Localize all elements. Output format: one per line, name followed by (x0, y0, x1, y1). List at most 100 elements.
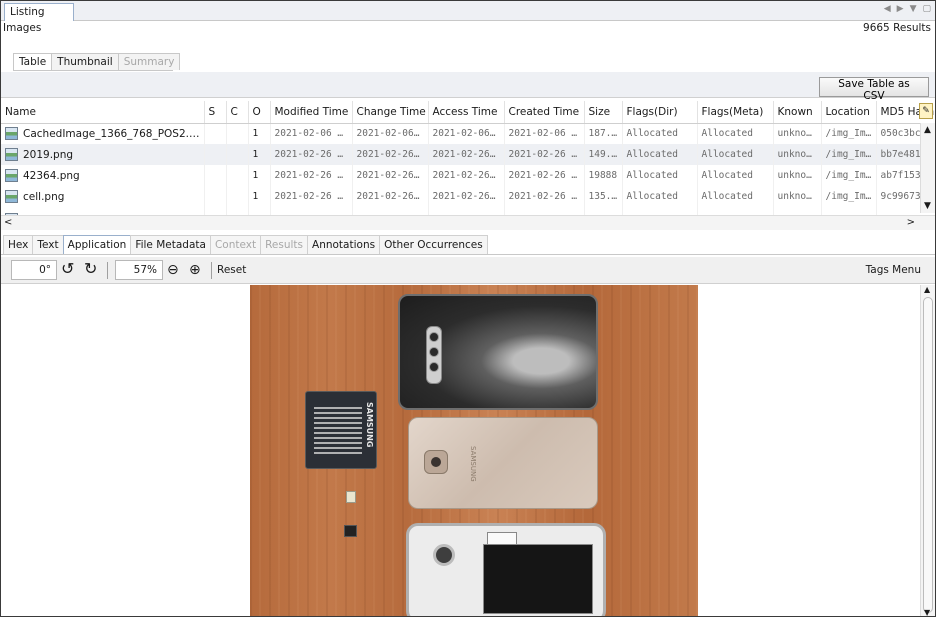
table-horizontal-scrollbar[interactable]: < > (1, 215, 935, 230)
cell-location: /img_Im... (821, 123, 877, 144)
col-header-access-time[interactable]: Access Time (428, 101, 505, 124)
col-header-o[interactable]: O (248, 101, 271, 124)
results-count: 9665 Results (863, 22, 931, 34)
tab-application[interactable]: Application (62, 235, 132, 254)
scroll-up-icon[interactable]: ▲ (924, 125, 931, 135)
table-row[interactable]: CachedImage_1366_768_POS2.jpg 1 2021-02-… (1, 123, 935, 144)
cell-modified-time: 2021-02-26 1... (270, 165, 353, 186)
save-table-csv-button[interactable]: Save Table as CSV (819, 77, 929, 102)
cell-flags-meta: Allocated (697, 144, 774, 165)
col-header-c[interactable]: C (226, 101, 249, 124)
scroll-down-icon[interactable]: ▼ (924, 608, 930, 616)
zoom-field[interactable]: 57% (115, 260, 163, 280)
col-header-known[interactable]: Known (773, 101, 822, 124)
scroll-right-icon[interactable]: > (907, 217, 915, 228)
cell-location: /img_Im... (821, 186, 877, 207)
col-header-change-time[interactable]: Change Time (352, 101, 429, 124)
cell-flags-dir: Allocated (622, 186, 698, 207)
window-controls: ◀ ▶ ▼ ▢ (884, 4, 931, 14)
cell-created-time: 2021-02-26 1... (504, 165, 585, 186)
tags-menu-button[interactable]: Tags Menu (866, 264, 921, 276)
col-header-created-time[interactable]: Created Time (504, 101, 585, 124)
cell-known: unknown (773, 186, 822, 207)
reset-button[interactable]: Reset (217, 264, 246, 276)
tab-file-metadata[interactable]: File Metadata (130, 235, 211, 254)
phone-battery: SAMSUNG (305, 391, 377, 469)
tab-text[interactable]: Text (32, 235, 64, 254)
table-header-row: Name S C O Modified Time Change Time Acc… (1, 101, 935, 124)
toolbar-divider (107, 262, 108, 279)
cover-brand-text: SAMSUNG (469, 446, 477, 482)
rear-camera (433, 544, 455, 566)
cell-known: unknown (773, 165, 822, 186)
image-file-icon (5, 190, 18, 203)
cell-created-time: 2021-02-26 1... (504, 186, 585, 207)
sd-card (344, 525, 357, 537)
image-viewer-area: SAMSUNG SAMSUNG ▲ ▼ (1, 285, 935, 616)
back-arrow-icon[interactable]: ◀ (884, 4, 891, 14)
cell-access-time: 2021-02-26 ... (428, 165, 505, 186)
table-vertical-scrollbar[interactable]: ▲ ▼ (920, 123, 935, 213)
table-toolstrip: Save Table as CSV (1, 72, 935, 102)
cell-flags-meta: Allocated (697, 165, 774, 186)
phone-disassembly-photo: SAMSUNG SAMSUNG (250, 285, 698, 616)
cell-c (226, 144, 249, 165)
tab-results: Results (260, 235, 309, 254)
cell-o: 1 (248, 165, 271, 186)
col-header-size[interactable]: Size (584, 101, 623, 124)
tab-hex[interactable]: Hex (3, 235, 34, 254)
col-header-flags-meta[interactable]: Flags(Meta) (697, 101, 774, 124)
col-header-s[interactable]: S (204, 101, 227, 124)
scroll-down-icon[interactable]: ▼ (924, 201, 931, 211)
cell-c (226, 186, 249, 207)
rotation-field[interactable]: 0° (11, 260, 57, 280)
cell-flags-dir: Allocated (622, 165, 698, 186)
tab-listing[interactable]: Listing (4, 3, 74, 21)
restore-window-icon[interactable]: ▢ (922, 4, 931, 14)
image-file-icon (5, 148, 18, 161)
table-row[interactable]: 2019.png 1 2021-02-26 1... 2021-02-26 ..… (1, 144, 935, 165)
camera-cutout (424, 450, 448, 474)
col-header-location[interactable]: Location (821, 101, 877, 124)
zoom-in-icon[interactable]: ⊕ (189, 260, 201, 280)
cell-flags-meta: Allocated (697, 186, 774, 207)
cell-s (204, 165, 227, 186)
tab-other-occurrences[interactable]: Other Occurrences (379, 235, 488, 254)
cell-known: unknown (773, 123, 822, 144)
forward-arrow-icon[interactable]: ▶ (897, 4, 904, 14)
zoom-out-icon[interactable]: ⊖ (167, 260, 179, 280)
content-viewer-tabs: Hex Text Application File Metadata Conte… (1, 235, 935, 255)
file-name: 2019.png (23, 149, 74, 161)
rotate-clockwise-icon[interactable]: ↻ (84, 259, 97, 279)
col-header-modified-time[interactable]: Modified Time (270, 101, 353, 124)
table-row[interactable]: cell.png 1 2021-02-26 1... 2021-02-26 ..… (1, 186, 935, 207)
scrollbar-thumb[interactable] (923, 297, 933, 613)
tab-thumbnail[interactable]: Thumbnail (51, 53, 119, 70)
cell-location: /img_Im... (821, 165, 877, 186)
cell-size: 149... (584, 144, 623, 165)
col-header-flags-dir[interactable]: Flags(Dir) (622, 101, 698, 124)
cell-s (204, 186, 227, 207)
cell-modified-time: 2021-02-26 1... (270, 144, 353, 165)
cell-created-time: 2021-02-06 1... (504, 123, 585, 144)
dropdown-icon[interactable]: ▼ (910, 4, 917, 14)
cell-change-time: 2021-02-26 ... (352, 144, 429, 165)
col-header-name[interactable]: Name (1, 101, 205, 124)
column-options-icon[interactable]: ✎ (919, 103, 933, 119)
cell-flags-meta: Allocated (697, 123, 774, 144)
rotate-counterclockwise-icon[interactable]: ↺ (61, 259, 74, 279)
tab-annotations[interactable]: Annotations (307, 235, 381, 254)
results-table: Name S C O Modified Time Change Time Acc… (1, 101, 935, 219)
listing-bar: Listing ◀ ▶ ▼ ▢ (1, 1, 935, 21)
scroll-up-icon[interactable]: ▲ (924, 285, 930, 294)
image-vertical-scrollbar[interactable]: ▲ ▼ (920, 285, 935, 616)
autopsy-window: Listing ◀ ▶ ▼ ▢ Images 9665 Results Tabl… (0, 0, 936, 617)
cell-modified-time: 2021-02-06 1... (270, 123, 353, 144)
tab-table[interactable]: Table (13, 53, 53, 70)
scroll-left-icon[interactable]: < (4, 217, 12, 228)
cell-s (204, 144, 227, 165)
camera-module (426, 326, 442, 384)
table-row[interactable]: 42364.png 1 2021-02-26 1... 2021-02-26 .… (1, 165, 935, 186)
cell-s (204, 123, 227, 144)
images-label: Images (3, 22, 42, 34)
